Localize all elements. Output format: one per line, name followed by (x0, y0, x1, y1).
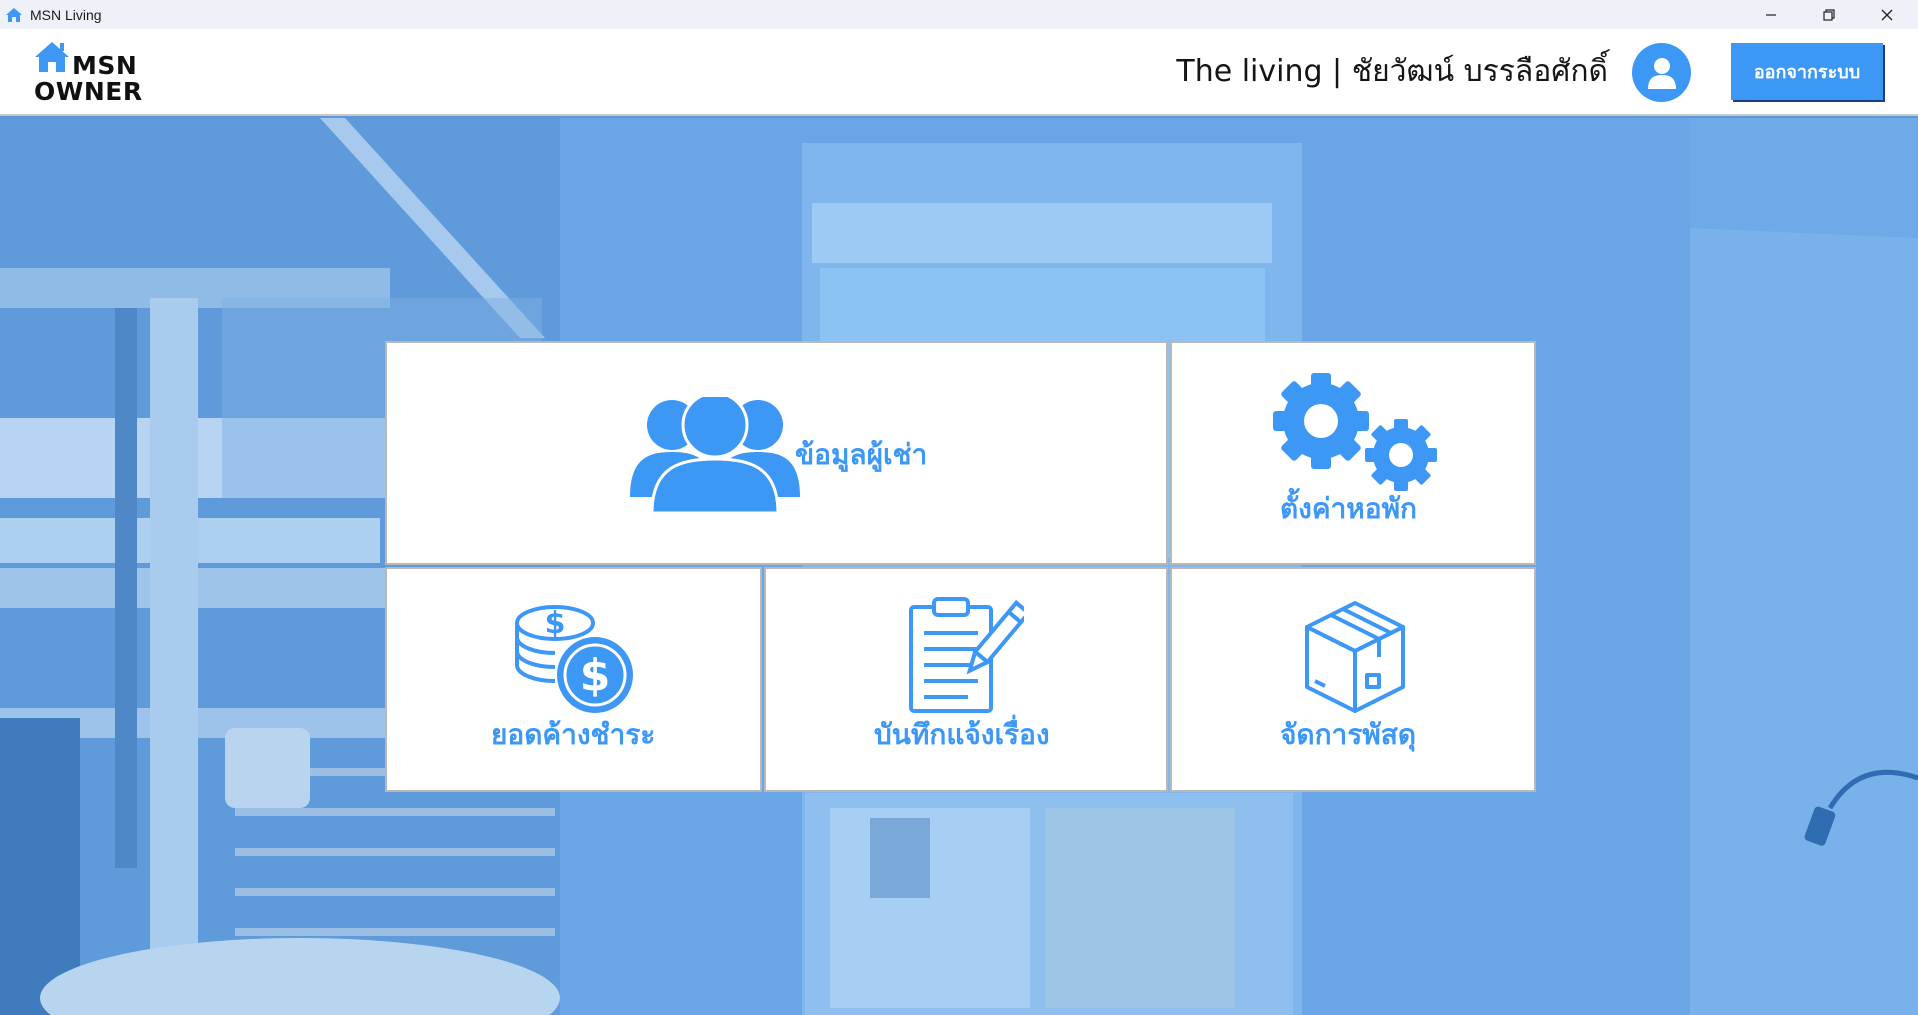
restore-icon (1823, 8, 1835, 21)
logo-text-owner: OWNER (34, 77, 143, 106)
window-title: MSN Living (30, 6, 102, 23)
box-icon (1305, 601, 1405, 713)
user-avatar[interactable] (1632, 43, 1691, 102)
tile-issue-reports[interactable]: บันทึกแจ้งเรื่อง (764, 567, 1168, 792)
tile-tenant-info-label: ข้อมูลผู้เช่า (795, 438, 928, 471)
app-header: MSN OWNER The living | ชัยวัฒน์ บรรลือศั… (0, 29, 1918, 116)
clipboard-pencil-icon (909, 597, 1024, 713)
msn-owner-logo: MSN OWNER (32, 39, 152, 106)
close-icon (1881, 9, 1893, 20)
logout-button[interactable]: ออกจากระบบ (1731, 43, 1883, 100)
logo-text-msn: MSN (72, 51, 138, 80)
restore-button[interactable] (1800, 0, 1858, 29)
tile-parcel-management[interactable]: จัดการพัสดุ (1170, 567, 1536, 792)
close-button[interactable] (1858, 0, 1916, 29)
tile-issue-reports-label: บันทึกแจ้งเรื่อง (874, 718, 1050, 751)
tile-dorm-settings-label: ตั้งค่าหอพัก (1280, 492, 1417, 525)
dorm-user-title: The living | ชัยวัฒน์ บรรลือศักดิ์ (1176, 53, 1608, 89)
tile-outstanding-payment[interactable]: $ $ ยอดค้างชำระ (385, 567, 762, 792)
user-icon (1647, 57, 1676, 89)
house-app-icon (6, 7, 22, 22)
tile-tenant-info[interactable]: ข้อมูลผู้เช่า (385, 341, 1168, 565)
minimize-icon (1766, 13, 1776, 16)
window-titlebar: MSN Living (0, 0, 1918, 29)
house-logo-icon (35, 42, 69, 72)
svg-text:$: $ (545, 606, 566, 641)
minimize-button[interactable] (1742, 0, 1800, 29)
tile-outstanding-payment-label: ยอดค้างชำระ (491, 718, 656, 751)
tile-parcel-management-label: จัดการพัสดุ (1280, 718, 1417, 751)
tile-dorm-settings[interactable]: ตั้งค่าหอพัก (1170, 341, 1536, 565)
users-icon (630, 397, 800, 513)
coins-dollar-icon: $ $ (515, 605, 633, 713)
svg-text:$: $ (580, 650, 611, 701)
gears-icon (1273, 373, 1437, 491)
